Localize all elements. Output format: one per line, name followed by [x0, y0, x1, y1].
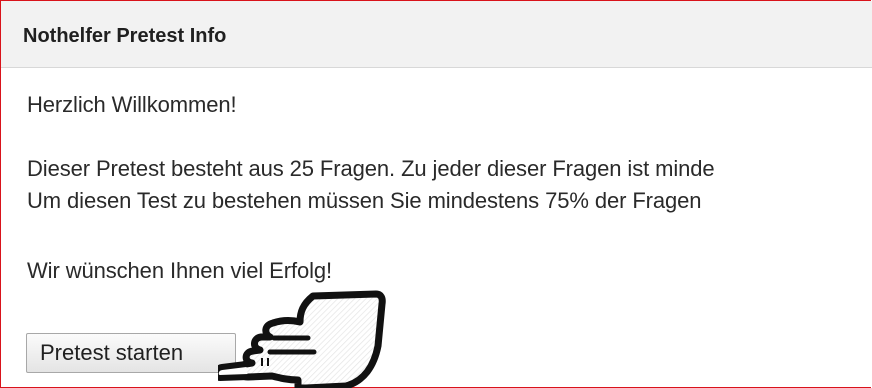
wish-text: Wir wünschen Ihnen viel Erfolg! [27, 258, 333, 283]
pretest-info-panel: Nothelfer Pretest Info Herzlich Willkomm… [0, 0, 872, 388]
pointing-hand-icon [218, 290, 386, 388]
info-text-line-2: Um diesen Test zu bestehen müssen Sie mi… [27, 188, 702, 213]
start-pretest-button[interactable]: Pretest starten [26, 333, 236, 373]
panel-header: Nothelfer Pretest Info [1, 1, 872, 68]
welcome-text: Herzlich Willkommen! [27, 92, 237, 117]
panel-title: Nothelfer Pretest Info [23, 25, 227, 47]
info-text-line-1: Dieser Pretest besteht aus 25 Fragen. Zu… [27, 156, 715, 181]
